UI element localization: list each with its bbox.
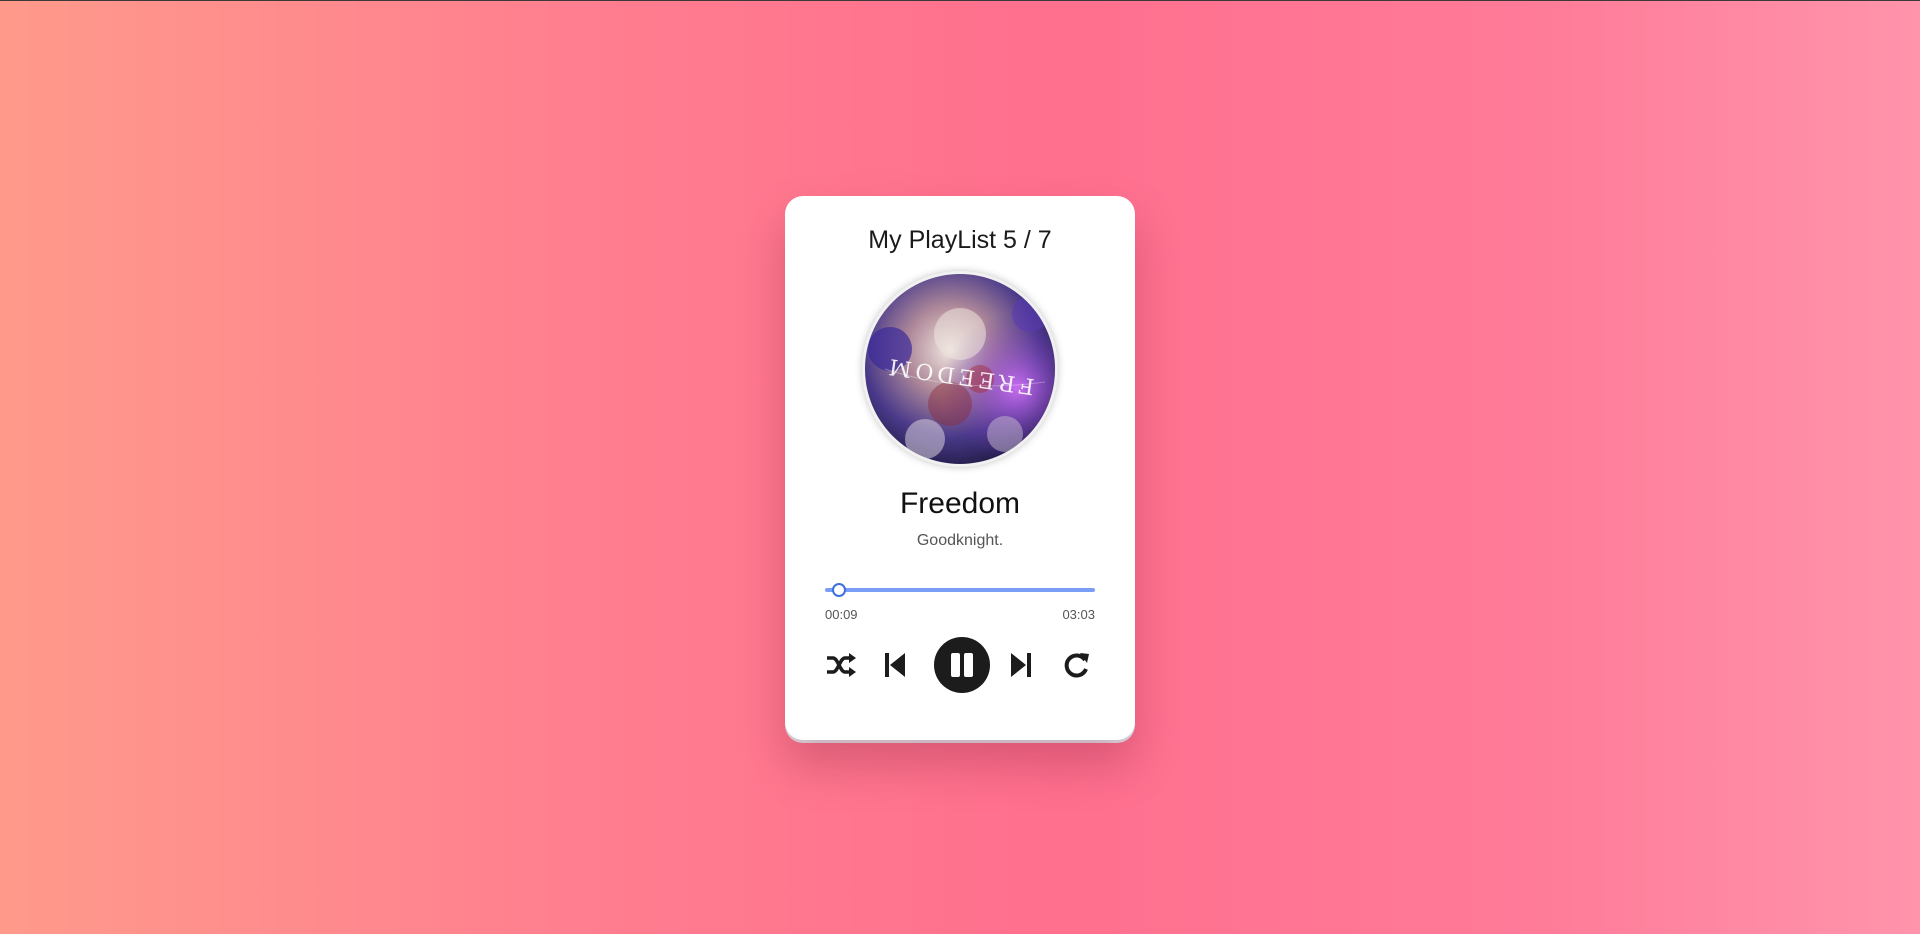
previous-button[interactable] <box>883 650 907 680</box>
progress-thumb[interactable] <box>831 583 846 597</box>
top-border <box>0 0 1920 1</box>
time-total: 03:03 <box>1062 607 1095 622</box>
next-button[interactable] <box>1009 650 1033 680</box>
skip-next-icon <box>1011 653 1031 677</box>
play-pause-button[interactable] <box>934 637 990 693</box>
song-title: Freedom <box>899 487 1021 520</box>
playlist-title: My PlayList 5 / 7 <box>868 226 1052 254</box>
progress-track <box>825 588 1095 592</box>
shuffle-icon <box>827 653 856 677</box>
album-art-image: FREEDOM <box>865 274 1055 464</box>
shuffle-button[interactable] <box>825 650 857 680</box>
repeat-icon <box>1064 653 1089 678</box>
pause-icon <box>951 653 973 677</box>
playback-controls <box>785 637 1135 693</box>
time-elapsed: 00:09 <box>825 607 858 622</box>
progress-bar[interactable] <box>825 582 1095 598</box>
artist-name: Goodknight. <box>916 532 1004 549</box>
repeat-button[interactable] <box>1061 650 1091 680</box>
skip-previous-icon <box>885 653 905 677</box>
music-player-card: My PlayList 5 / 7 FREEDOM Freedom Goodkn… <box>785 196 1135 740</box>
album-cover: FREEDOM <box>865 274 1055 464</box>
